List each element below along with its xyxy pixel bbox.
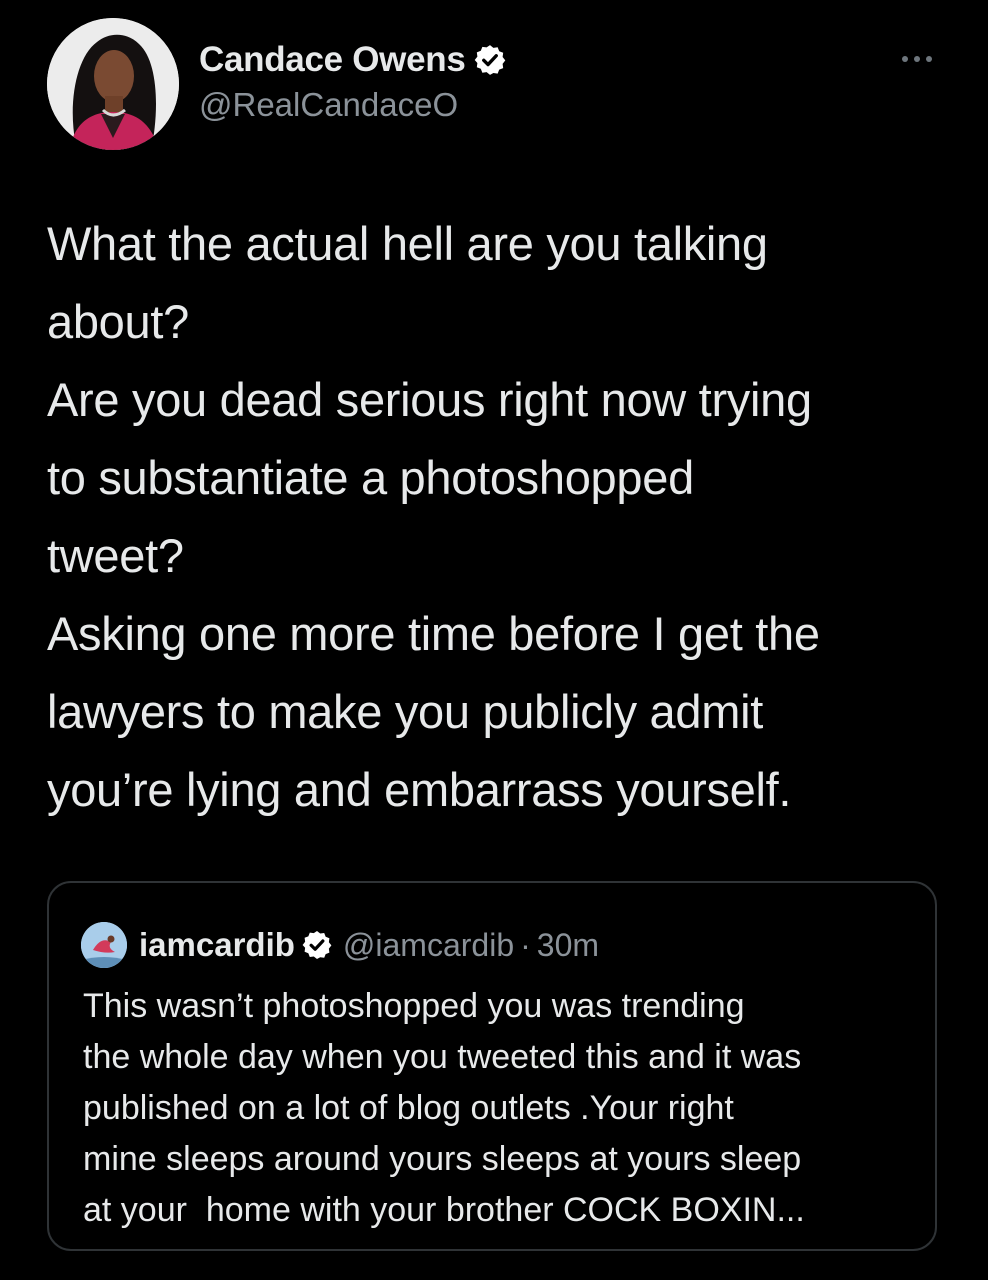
quoted-tweet-body-line: mine sleeps around yours sleeps at yours… bbox=[83, 1140, 802, 1178]
display-name-row: Candace Owens bbox=[199, 38, 507, 82]
quoted-tweet-header: iamcardib @iamcardib · 30m bbox=[81, 920, 599, 970]
more-horizontal-icon[interactable] bbox=[899, 52, 935, 66]
quoted-tweet-body-line: published on a lot of blog outlets .Your… bbox=[83, 1089, 734, 1127]
quoted-tweet-timestamp[interactable]: 30m bbox=[537, 927, 599, 964]
author-avatar-image bbox=[47, 18, 179, 150]
quoted-author-display-name[interactable]: iamcardib bbox=[139, 926, 295, 964]
tweet-body-line: What the actual hell are you talking bbox=[47, 217, 768, 270]
author-display-name[interactable]: Candace Owens bbox=[199, 40, 466, 80]
tweet: Candace Owens @RealCandaceO What the act… bbox=[0, 0, 988, 1280]
tweet-body-line: tweet? bbox=[47, 529, 184, 582]
author-avatar[interactable] bbox=[47, 18, 179, 150]
tweet-header: Candace Owens @RealCandaceO bbox=[47, 18, 947, 154]
tweet-body-text: What the actual hell are you talking abo… bbox=[47, 205, 947, 829]
tweet-body-line: lawyers to make you publicly admit bbox=[47, 685, 763, 738]
quoted-tweet-body-text: This wasn’t photoshopped you was trendin… bbox=[83, 981, 923, 1236]
quoted-author-handle[interactable]: @iamcardib bbox=[343, 927, 514, 964]
tweet-body-line: Asking one more time before I get the bbox=[47, 607, 820, 660]
quoted-tweet-body-line: This wasn’t photoshopped you was trendin… bbox=[83, 987, 745, 1025]
verified-badge-icon bbox=[302, 931, 332, 959]
tweet-body-line: about? bbox=[47, 295, 189, 348]
meta-separator: · bbox=[520, 926, 531, 963]
quoted-tweet-body-line: at your home with your brother COCK BOXI… bbox=[83, 1191, 805, 1229]
author-handle[interactable]: @RealCandaceO bbox=[199, 86, 507, 124]
quoted-author-avatar-image bbox=[81, 922, 127, 968]
quoted-tweet-body-line: the whole day when you tweeted this and … bbox=[83, 1038, 802, 1076]
tweet-body-line: you’re lying and embarrass yourself. bbox=[47, 763, 792, 816]
author-names: Candace Owens @RealCandaceO bbox=[199, 38, 507, 124]
tweet-body-line: Are you dead serious right now trying bbox=[47, 373, 812, 426]
verified-badge-icon bbox=[475, 45, 506, 75]
quoted-tweet-card[interactable]: iamcardib @iamcardib · 30m This wasn’t p… bbox=[47, 881, 937, 1251]
tweet-body-line: to substantiate a photoshopped bbox=[47, 451, 694, 504]
quoted-author-avatar[interactable] bbox=[81, 922, 127, 968]
